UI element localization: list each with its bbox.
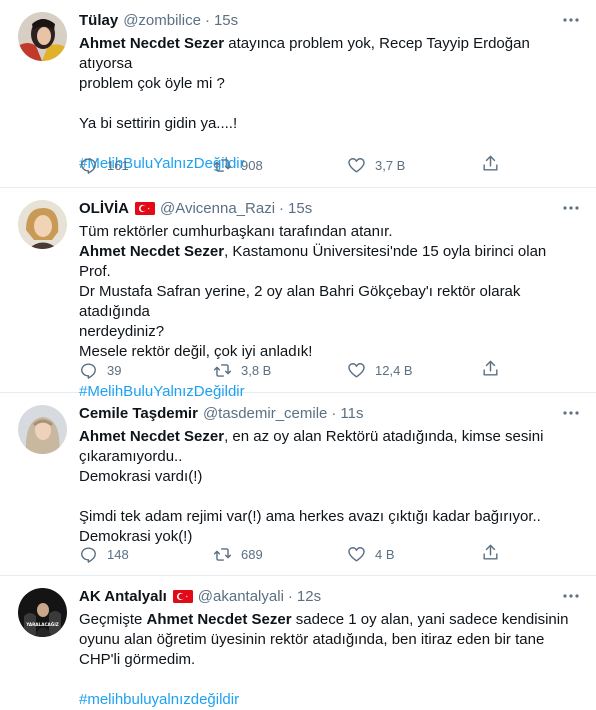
more-icon[interactable] xyxy=(560,199,582,217)
text-line: Tüm rektörler cumhurbaşkanı tarafından a… xyxy=(79,223,393,240)
retweet-icon xyxy=(213,547,232,561)
reply-icon xyxy=(81,362,96,379)
like-count: 4 B xyxy=(375,546,395,562)
reply-button[interactable]: 161 xyxy=(79,156,213,175)
like-button[interactable]: 3,7 B xyxy=(347,156,481,175)
mention-bold[interactable]: Ahmet Necdet Sezer xyxy=(147,611,292,628)
tweet[interactable]: Cemile Taşdemir @tasdemir_cemile · 11s A… xyxy=(0,393,596,576)
share-icon xyxy=(483,544,498,560)
avatar[interactable] xyxy=(18,12,67,61)
text-line: Mesele rektör değil, çok iyi anladık! xyxy=(79,343,313,360)
avatar-caption: YARALACAĞIZ xyxy=(25,622,59,627)
share-button[interactable] xyxy=(481,154,503,176)
author-handle[interactable]: @zombilice xyxy=(123,12,201,29)
text-line: oyunu alan öğretim üyesinin rektör atadı… xyxy=(79,631,545,648)
author-handle[interactable]: @tasdemir_cemile xyxy=(203,405,327,422)
separator-dot: · xyxy=(204,11,210,29)
avatar[interactable] xyxy=(18,200,67,249)
tweet-time[interactable]: 15s xyxy=(214,12,238,29)
mention-bold[interactable]: Ahmet Necdet Sezer xyxy=(79,428,224,445)
tweet-time[interactable]: 11s xyxy=(340,405,363,422)
retweet-count: 689 xyxy=(241,546,263,562)
tweet-text: Ahmet Necdet Sezer, en az oy alan Rektör… xyxy=(79,427,582,547)
text-line: Şimdi tek adam rejimi var(!) ama herkes … xyxy=(79,508,541,525)
share-button[interactable] xyxy=(481,359,503,381)
hashtag-link[interactable]: #melihbuluyalnızdeğildir xyxy=(79,691,239,708)
retweet-icon xyxy=(213,363,232,377)
tweet[interactable]: OLİVİA @Avicenna_Razi · 15s Tüm rektörle… xyxy=(0,188,596,400)
tweet[interactable]: YARALACAĞIZ AK Antalyalı @akantalyali · … xyxy=(0,576,596,710)
retweet-button[interactable]: 689 xyxy=(213,545,347,564)
author-name[interactable]: AK Antalyalı xyxy=(79,588,167,605)
avatar[interactable] xyxy=(18,405,67,454)
retweet-button[interactable]: 3,8 B xyxy=(213,361,347,380)
text-line: nerdeydiniz? xyxy=(79,323,165,340)
text-line: , en az oy alan Rektörü atadığında, kims… xyxy=(224,428,544,445)
author-name[interactable]: Cemile Taşdemir xyxy=(79,405,198,422)
tweet-time[interactable]: 12s xyxy=(297,588,321,605)
more-icon[interactable] xyxy=(560,11,582,29)
author-name[interactable]: Tülay xyxy=(79,12,118,29)
text-line: problem çok öyle mi ? xyxy=(79,75,225,92)
separator-dot: · xyxy=(287,587,293,605)
author-handle[interactable]: @Avicenna_Razi xyxy=(160,200,275,217)
share-icon xyxy=(483,360,498,376)
like-count: 3,7 B xyxy=(375,157,406,173)
separator-dot: · xyxy=(279,199,285,217)
text-line: Demokrasi vardı(!) xyxy=(79,468,203,485)
reply-count: 161 xyxy=(107,157,129,173)
more-icon[interactable] xyxy=(560,587,582,605)
like-count: 12,4 B xyxy=(375,362,413,378)
like-button[interactable]: 4 B xyxy=(347,545,481,564)
mention-bold[interactable]: Ahmet Necdet Sezer xyxy=(79,243,224,260)
mention-bold[interactable]: Ahmet Necdet Sezer xyxy=(79,35,224,52)
heart-icon xyxy=(348,362,365,378)
tweet-text: Geçmişte Ahmet Necdet Sezer sadece 1 oy … xyxy=(79,610,582,710)
retweet-button[interactable]: 908 xyxy=(213,156,347,175)
turkish-flag-icon xyxy=(172,589,193,603)
reply-icon xyxy=(81,157,96,174)
more-icon[interactable] xyxy=(560,404,582,422)
author-handle[interactable]: @akantalyali xyxy=(198,588,284,605)
reply-icon xyxy=(81,546,96,563)
text-line: Ya bi settirin gidin ya....! xyxy=(79,115,238,132)
tweet-time[interactable]: 15s xyxy=(288,200,312,217)
author-name[interactable]: OLİVİA xyxy=(79,200,129,217)
share-button[interactable] xyxy=(481,543,503,565)
tweet-text: Ahmet Necdet Sezer atayınca problem yok,… xyxy=(79,34,582,174)
text-line: Geçmişte xyxy=(79,611,147,628)
avatar[interactable]: YARALACAĞIZ xyxy=(18,588,67,637)
retweet-count: 908 xyxy=(241,157,263,173)
retweet-icon xyxy=(213,158,232,172)
like-button[interactable]: 12,4 B xyxy=(347,361,481,380)
reply-count: 148 xyxy=(107,546,129,562)
turkish-flag-icon xyxy=(135,201,156,215)
share-icon xyxy=(483,155,498,171)
text-line: çıkaramıyordu.. xyxy=(79,448,183,465)
text-line: Dr Mustafa Safran yerine, 2 oy alan Bahr… xyxy=(79,283,521,320)
retweet-count: 3,8 B xyxy=(241,362,272,378)
reply-count: 39 xyxy=(107,362,122,378)
tweet[interactable]: Tülay @zombilice · 15s Ahmet Necdet Seze… xyxy=(0,0,596,188)
reply-button[interactable]: 39 xyxy=(79,361,213,380)
text-line: sadece 1 oy alan, yani sadece kendisinin xyxy=(291,611,569,628)
heart-icon xyxy=(348,157,365,173)
text-line: CHP'li görmedim. xyxy=(79,651,196,668)
reply-button[interactable]: 148 xyxy=(79,545,213,564)
separator-dot: · xyxy=(331,404,337,422)
heart-icon xyxy=(348,546,365,562)
